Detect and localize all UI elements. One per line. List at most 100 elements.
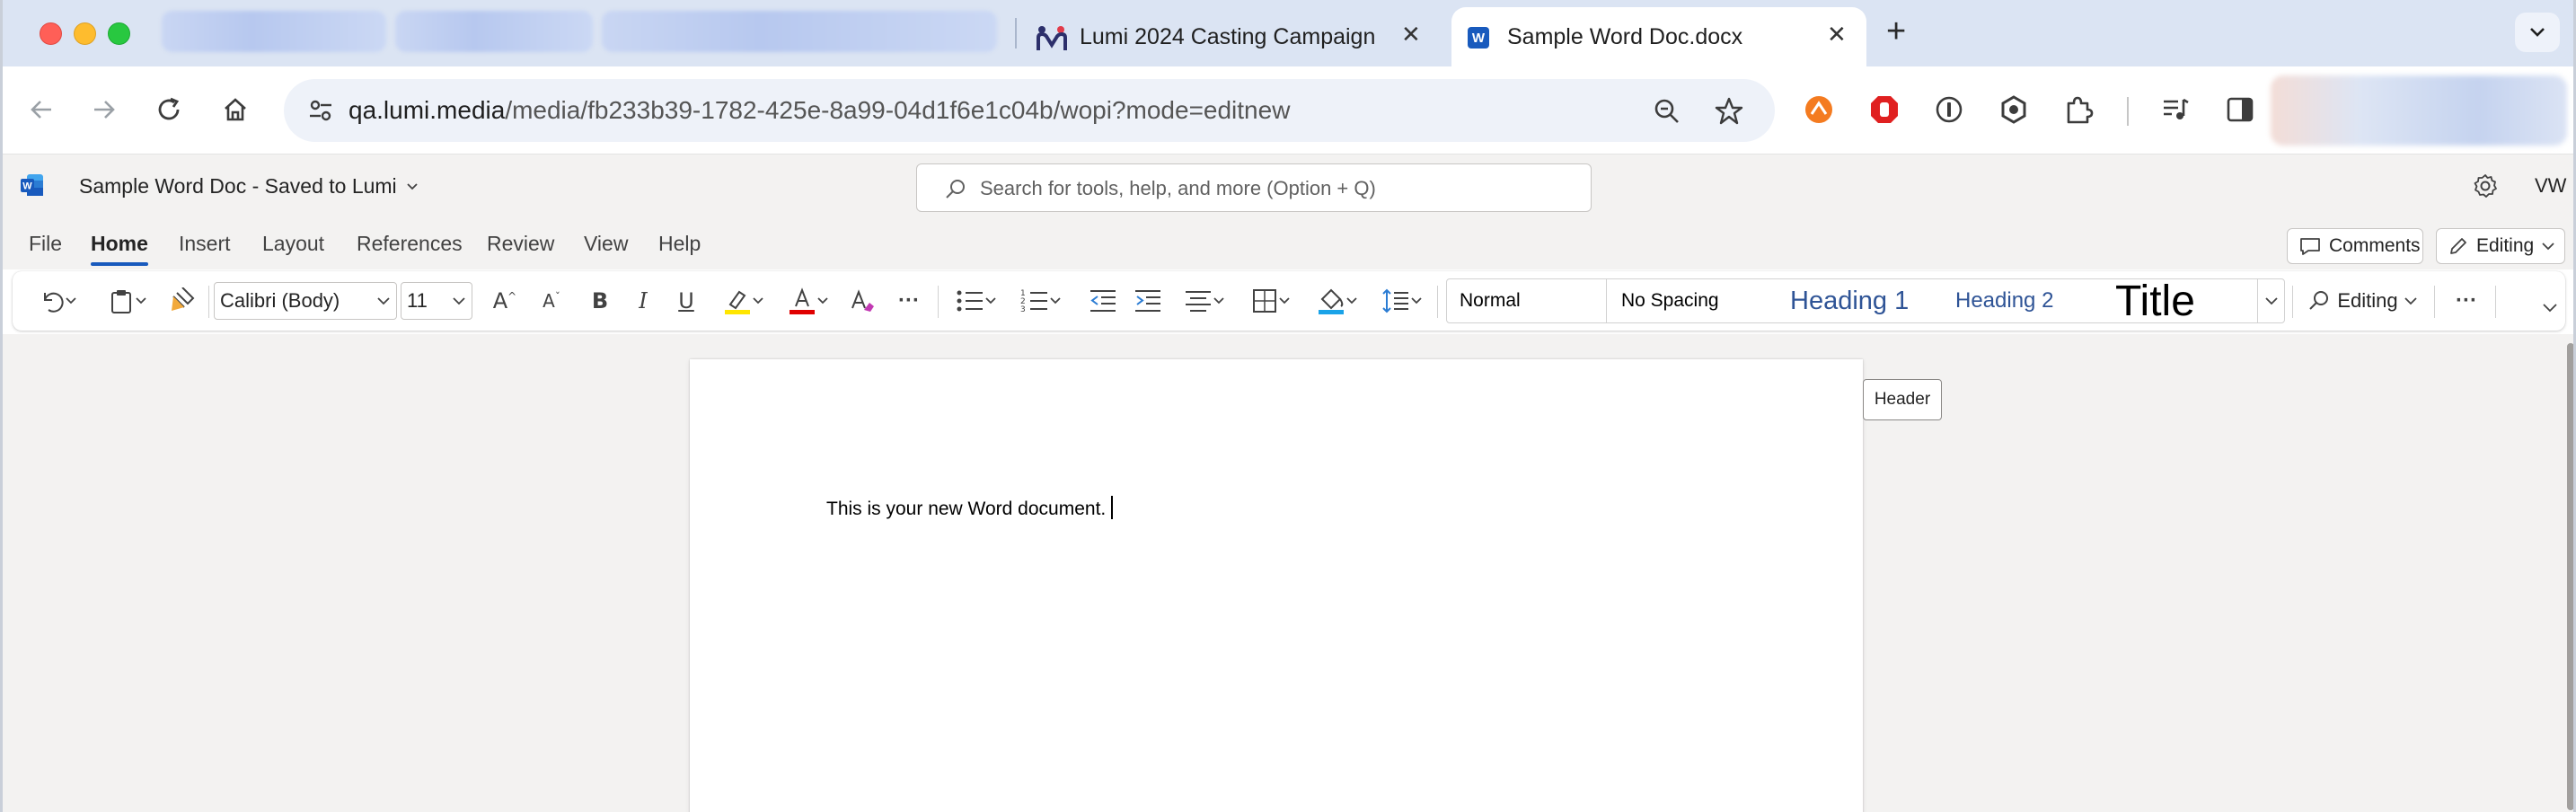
- font-color-button[interactable]: [781, 282, 835, 320]
- comments-button[interactable]: Comments: [2287, 228, 2423, 264]
- minimize-window-button[interactable]: [74, 22, 96, 45]
- ribbon-separator: [2495, 286, 2496, 318]
- tab-home[interactable]: Home: [91, 232, 148, 256]
- ad-block-icon: [1871, 96, 1898, 123]
- bookmark-star-icon[interactable]: [1714, 96, 1744, 127]
- extension-button[interactable]: [1931, 90, 1967, 129]
- blurred-tab[interactable]: [395, 11, 593, 52]
- settings-gear-icon[interactable]: [2472, 172, 2499, 199]
- align-center-icon: [1186, 291, 1211, 312]
- style-normal[interactable]: Normal: [1447, 279, 1607, 322]
- forward-arrow-icon: [94, 101, 115, 119]
- find-editing-button[interactable]: Editing: [2299, 282, 2425, 320]
- document-title[interactable]: Sample Word Doc - Saved to Lumi: [79, 174, 419, 199]
- word-logo-icon[interactable]: W: [20, 172, 45, 198]
- numbering-button[interactable]: 123: [1013, 282, 1069, 320]
- new-tab-button[interactable]: +: [1886, 13, 1906, 51]
- media-controls-button[interactable]: [2157, 90, 2193, 129]
- ribbon-separator: [938, 286, 939, 318]
- side-panel-button[interactable]: [2222, 90, 2258, 129]
- extension-button[interactable]: [1996, 90, 2032, 129]
- extension-button[interactable]: [1866, 90, 1902, 129]
- tab-file[interactable]: File: [29, 232, 62, 256]
- style-title-label: Title: [2115, 278, 2195, 323]
- highlight-color-button[interactable]: [717, 282, 771, 320]
- search-box[interactable]: Search for tools, help, and more (Option…: [916, 163, 1592, 212]
- document-page[interactable]: This is your new Word document.: [690, 359, 1863, 812]
- blurred-tab[interactable]: [602, 11, 997, 52]
- blurred-tab[interactable]: [162, 11, 386, 52]
- extension-orange-icon: [1805, 96, 1832, 123]
- italic-icon: I: [639, 288, 648, 313]
- search-placeholder: Search for tools, help, and more (Option…: [980, 177, 1376, 199]
- line-spacing-button[interactable]: [1374, 282, 1430, 320]
- forward-button[interactable]: [84, 90, 124, 129]
- underline-icon: U: [678, 288, 694, 313]
- tab-help[interactable]: Help: [658, 232, 701, 256]
- styles-expand-button[interactable]: [2257, 279, 2284, 322]
- font-name-combobox[interactable]: Calibri (Body): [214, 282, 397, 320]
- borders-button[interactable]: [1243, 282, 1299, 320]
- increase-indent-icon: [1135, 290, 1160, 312]
- tab-search-button[interactable]: [2515, 13, 2560, 52]
- bullets-button[interactable]: [948, 282, 1004, 320]
- font-size-combobox[interactable]: 11: [401, 282, 472, 320]
- style-heading-2[interactable]: Heading 2: [1955, 279, 2099, 322]
- more-options-button[interactable]: ···: [2448, 282, 2484, 320]
- extensions-button[interactable]: [2060, 90, 2096, 129]
- editing-mode-button[interactable]: Editing: [2436, 228, 2565, 264]
- chevron-down-icon: [817, 297, 828, 304]
- underline-button[interactable]: U: [670, 282, 702, 320]
- document-canvas[interactable]: This is your new Word document. Header: [0, 334, 2565, 812]
- url-text[interactable]: qa.lumi.media/media/fb233b39-1782-425e-8…: [348, 96, 1290, 125]
- chevron-down-icon: [985, 297, 996, 304]
- address-bar[interactable]: qa.lumi.media/media/fb233b39-1782-425e-8…: [284, 79, 1775, 142]
- tab-layout[interactable]: Layout: [262, 232, 324, 256]
- site-settings-icon[interactable]: [307, 98, 334, 123]
- document-body[interactable]: This is your new Word document.: [826, 496, 1114, 520]
- tab-view[interactable]: View: [584, 232, 628, 256]
- maximize-window-button[interactable]: [108, 22, 130, 45]
- chevron-down-icon: [453, 297, 465, 305]
- profile-button[interactable]: [2271, 75, 2567, 146]
- home-button[interactable]: [216, 90, 255, 129]
- user-avatar[interactable]: VW: [2535, 174, 2566, 198]
- chevron-down-icon: [1279, 297, 1290, 304]
- pencil-icon: [2450, 238, 2466, 254]
- tab-separator: [1015, 18, 1017, 49]
- header-tooltip[interactable]: Header: [1863, 379, 1942, 420]
- chevron-down-icon: [2264, 297, 2278, 305]
- style-title[interactable]: Title: [2115, 279, 2259, 322]
- decrease-font-size-button[interactable]: Aˇ: [534, 282, 569, 320]
- increase-font-size-button[interactable]: A^: [487, 282, 523, 320]
- bold-button[interactable]: B: [584, 282, 616, 320]
- more-font-options-button[interactable]: ···: [891, 282, 927, 320]
- decrease-indent-button[interactable]: [1085, 282, 1121, 320]
- close-tab-icon[interactable]: ✕: [1827, 21, 1847, 49]
- increase-indent-button[interactable]: [1130, 282, 1166, 320]
- tab-sample-word-doc[interactable]: W Sample Word Doc.docx ✕: [1451, 7, 1866, 66]
- undo-button[interactable]: [29, 282, 86, 320]
- zoom-icon[interactable]: [1653, 97, 1681, 126]
- tab-review[interactable]: Review: [487, 232, 554, 256]
- clear-formatting-button[interactable]: [844, 282, 880, 320]
- style-heading-1[interactable]: Heading 1: [1790, 279, 1952, 322]
- home-icon: [225, 98, 246, 121]
- ribbon-collapse-button[interactable]: [2536, 289, 2563, 327]
- close-window-button[interactable]: [40, 22, 62, 45]
- word-app-bar: W Sample Word Doc - Saved to Lumi Search…: [0, 154, 2576, 221]
- close-tab-icon[interactable]: ✕: [1401, 21, 1421, 49]
- italic-button[interactable]: I: [627, 282, 659, 320]
- tab-lumi-casting[interactable]: Lumi 2024 Casting Campaign ✕: [1031, 7, 1444, 66]
- tab-insert[interactable]: Insert: [179, 232, 231, 256]
- paste-button[interactable]: [99, 282, 156, 320]
- style-no-spacing[interactable]: No Spacing: [1621, 279, 1774, 322]
- reload-button[interactable]: [149, 90, 189, 129]
- tab-references[interactable]: References: [357, 232, 463, 256]
- format-painter-button[interactable]: [165, 282, 201, 320]
- shading-button[interactable]: [1310, 282, 1365, 320]
- alignment-button[interactable]: [1177, 282, 1232, 320]
- extension-button[interactable]: [1801, 90, 1837, 129]
- back-button[interactable]: [22, 90, 61, 129]
- clear-formatting-icon: [851, 289, 874, 312]
